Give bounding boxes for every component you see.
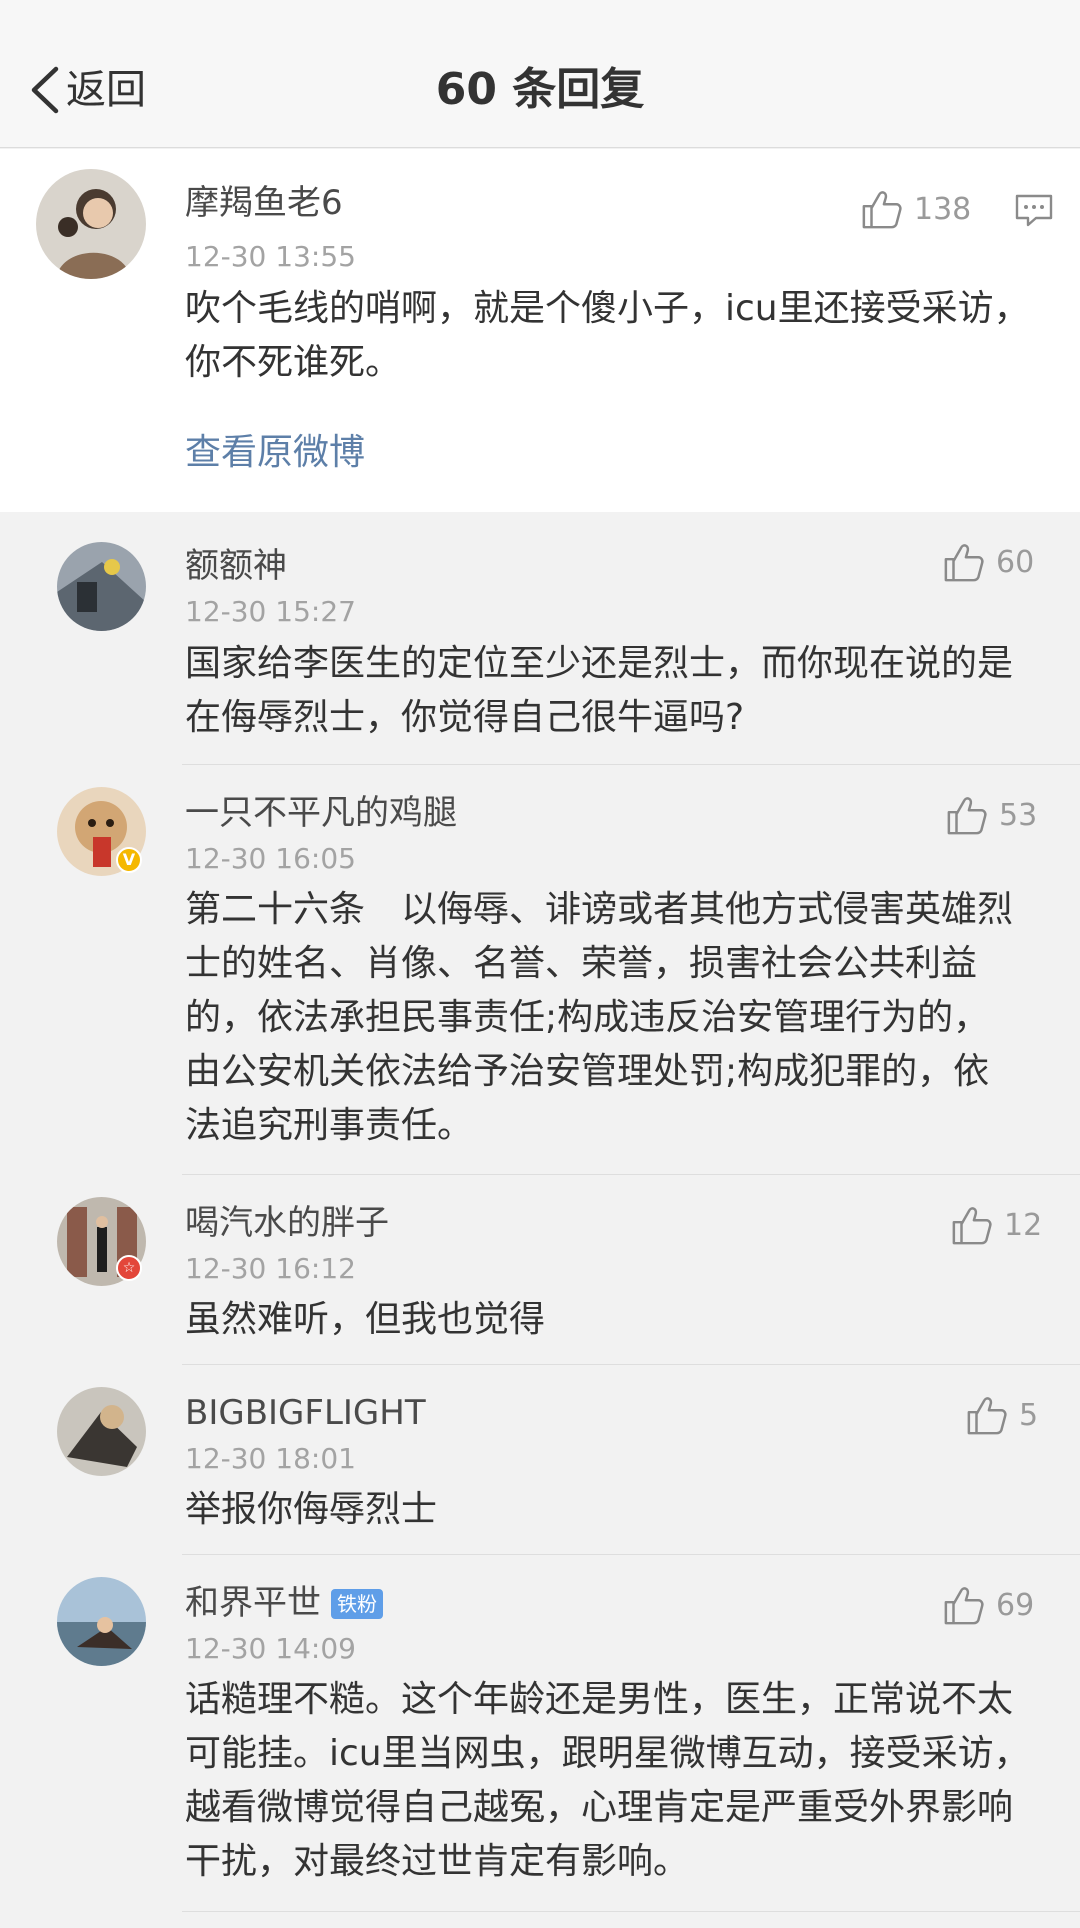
comment-icon[interactable] — [1014, 193, 1054, 229]
avatar[interactable] — [36, 169, 146, 279]
thumbs-up-icon — [862, 191, 902, 229]
thumbs-up-icon — [947, 797, 987, 835]
divider — [182, 1911, 1080, 1912]
like-button[interactable]: 60 — [942, 542, 1034, 584]
username[interactable]: 额额神 — [185, 542, 287, 590]
timestamp: 12-30 16:05 — [185, 842, 356, 875]
username[interactable]: 摩羯鱼老6 — [185, 179, 343, 227]
like-count: 12 — [1004, 1208, 1043, 1243]
like-count: 138 — [914, 192, 972, 227]
reply-text: 国家给李医生的定位至少还是烈士，而你现在说的是在侮辱烈士，你觉得自己很牛逼吗? — [185, 643, 1014, 738]
comment-text: 吹个毛线的哨啊，就是个傻小子，icu里还接受采访，你不死谁死。 — [185, 288, 1030, 383]
like-button[interactable]: 5 — [965, 1395, 1038, 1437]
reply-item: 和界平世 铁粉 12-30 14:09 69 话糙理不糙。这个年龄还是男性，医生… — [0, 1555, 1080, 1928]
like-count: 69 — [996, 1588, 1035, 1623]
reply-text: 举报你侮辱烈士 — [185, 1489, 438, 1530]
like-count: 53 — [999, 798, 1038, 833]
thumbs-up-icon — [944, 544, 984, 582]
view-original-link[interactable]: 查看原微博 — [185, 428, 365, 478]
timestamp: 12-30 18:01 — [185, 1442, 356, 1475]
timestamp: 12-30 16:12 — [185, 1252, 356, 1285]
verified-badge-icon: V — [116, 847, 142, 873]
like-button[interactable]: 12 — [950, 1205, 1042, 1247]
like-button[interactable]: 138 — [860, 189, 971, 231]
reply-item: V 一只不平凡的鸡腿 12-30 16:05 53 第二十六条 以侮辱、诽谤或者… — [0, 765, 1080, 1175]
like-count: 5 — [1019, 1398, 1039, 1433]
like-button[interactable]: 53 — [945, 795, 1037, 837]
username[interactable]: BIGBIGFLIGHT — [185, 1389, 426, 1437]
thumbs-up-icon — [944, 1587, 984, 1625]
like-count: 60 — [996, 545, 1035, 580]
reply-text: 虽然难听，但我也觉得 — [185, 1299, 546, 1340]
reply-text: 第二十六条 以侮辱、诽谤或者其他方式侵害英雄烈士的姓名、肖像、名誉、荣誉，损害社… — [185, 889, 1014, 1146]
username[interactable]: 和界平世 — [185, 1579, 321, 1627]
reply-item: BIGBIGFLIGHT 12-30 18:01 5 举报你侮辱烈士 — [0, 1365, 1080, 1555]
page-title: 60 条回复 — [435, 64, 645, 115]
nav-bar: 返回 60 条回复 — [0, 0, 1080, 148]
timestamp: 12-30 14:09 — [185, 1632, 356, 1665]
avatar[interactable] — [57, 542, 146, 631]
username[interactable]: 一只不平凡的鸡腿 — [185, 789, 457, 837]
reply-item: ☆ 喝汽水的胖子 12-30 16:12 12 虽然难听，但我也觉得 — [0, 1175, 1080, 1365]
thumbs-up-icon — [967, 1397, 1007, 1435]
thumbs-up-icon — [952, 1207, 992, 1245]
avatar[interactable] — [57, 1577, 146, 1666]
reply-text: 话糙理不糙。这个年龄还是男性，医生，正常说不太可能挂。icu里当网虫，跟明星微博… — [185, 1679, 1030, 1882]
reply-item: 额额神 12-30 15:27 60 国家给李医生的定位至少还是烈士，而你现在说… — [0, 512, 1080, 765]
star-badge-icon: ☆ — [116, 1255, 142, 1281]
fan-badge: 铁粉 — [331, 1589, 383, 1619]
main-comment: 摩羯鱼老6 12-30 13:55 138 吹个毛线的哨啊，就是个傻小子，icu… — [0, 149, 1080, 512]
username[interactable]: 喝汽水的胖子 — [185, 1199, 389, 1247]
like-button[interactable]: 69 — [942, 1585, 1034, 1627]
timestamp: 12-30 15:27 — [185, 595, 356, 628]
timestamp: 12-30 13:55 — [185, 240, 356, 273]
avatar[interactable] — [57, 1387, 146, 1476]
